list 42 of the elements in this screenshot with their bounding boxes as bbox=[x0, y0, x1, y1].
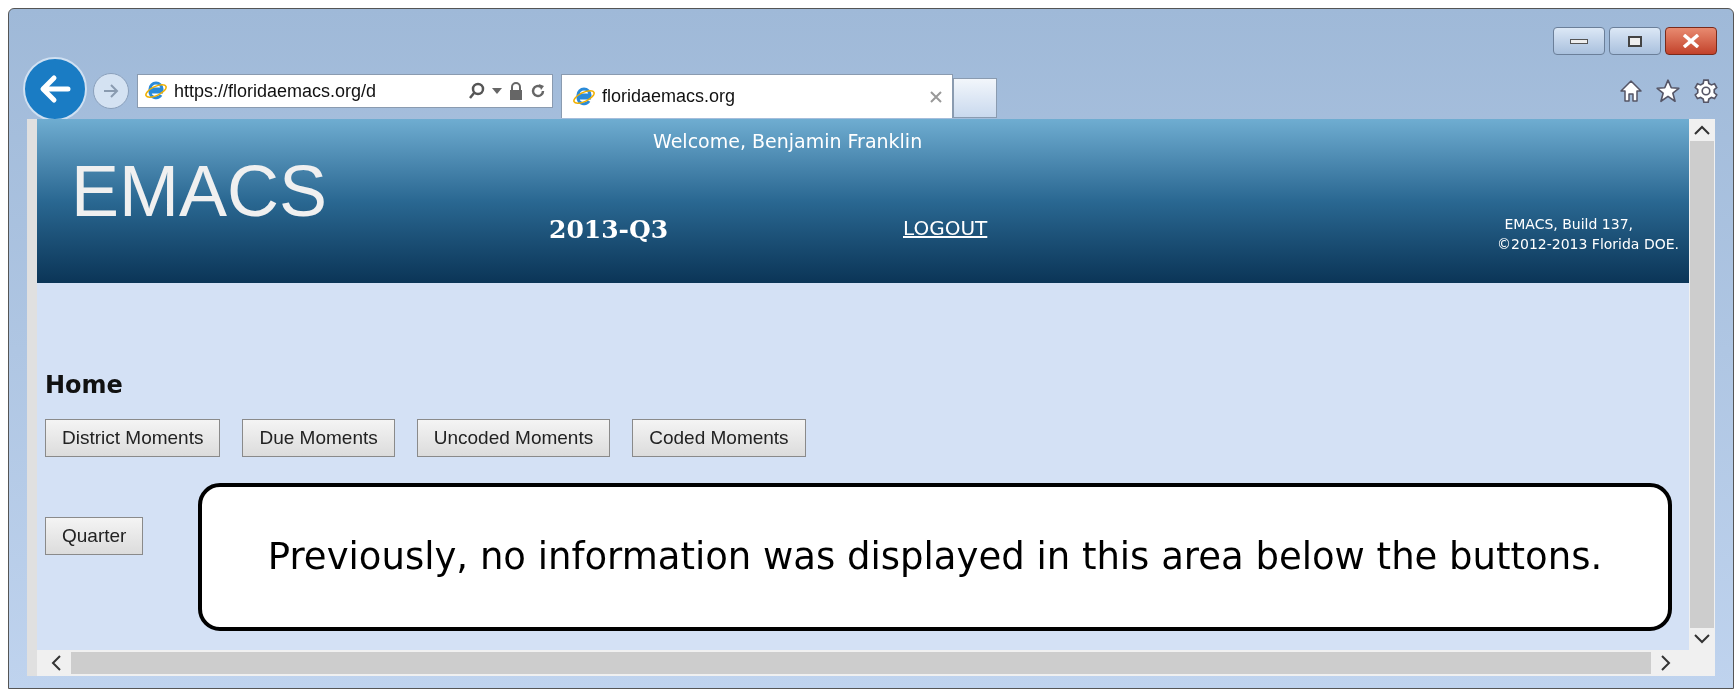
back-arrow-icon bbox=[38, 74, 72, 104]
address-text: https://floridaemacs.org/d bbox=[174, 79, 378, 103]
close-tab-icon[interactable] bbox=[930, 90, 942, 103]
browser-logo-icon bbox=[144, 80, 168, 102]
minimize-button[interactable] bbox=[1553, 27, 1605, 55]
scrollbar-thumb[interactable] bbox=[1690, 141, 1714, 628]
moments-button[interactable]: Uncoded Moments bbox=[416, 419, 611, 457]
quarter-button[interactable]: Quarter bbox=[45, 517, 144, 555]
scroll-up-icon[interactable] bbox=[1694, 125, 1710, 135]
vertical-scrollbar[interactable] bbox=[1689, 119, 1715, 650]
browser-tab[interactable]: floridaemacs.org bbox=[561, 74, 953, 118]
settings-icon[interactable] bbox=[1693, 78, 1719, 104]
scroll-down-icon[interactable] bbox=[1694, 634, 1710, 644]
scroll-right-icon[interactable] bbox=[1661, 655, 1671, 671]
refresh-icon[interactable] bbox=[530, 82, 546, 100]
moments-button[interactable]: Coded Moments bbox=[632, 419, 806, 457]
address-bar[interactable]: https://floridaemacs.org/d bbox=[137, 74, 553, 108]
horizontal-scrollbar[interactable] bbox=[37, 650, 1715, 676]
moments-button[interactable]: District Moments bbox=[45, 419, 221, 457]
logout-link[interactable]: LOGOUT bbox=[903, 213, 988, 243]
page-heading: Home bbox=[45, 370, 124, 401]
browser-logo-icon bbox=[572, 85, 596, 108]
lock-icon bbox=[508, 82, 524, 100]
build-info-text: EMACS, Build 137, bbox=[1504, 215, 1633, 234]
maximize-button[interactable] bbox=[1609, 27, 1661, 55]
new-tab-button[interactable] bbox=[953, 78, 997, 118]
scrollbar-thumb[interactable] bbox=[71, 652, 1651, 674]
forward-arrow-icon bbox=[101, 82, 121, 100]
scroll-left-icon[interactable] bbox=[51, 655, 61, 671]
build-info-text: ©2012-2013 Florida DOE. bbox=[1497, 235, 1679, 254]
star-icon[interactable] bbox=[1655, 78, 1681, 104]
dropdown-icon[interactable] bbox=[492, 88, 502, 94]
moments-button[interactable]: Due Moments bbox=[242, 419, 395, 457]
quarter-text: 2013-Q3 bbox=[549, 214, 669, 246]
close-icon bbox=[1682, 34, 1700, 48]
callout-text: Previously, no information was displayed in this area below the buttons. bbox=[267, 534, 1603, 581]
close-button[interactable] bbox=[1665, 27, 1717, 55]
logo-text: EMACS bbox=[71, 155, 328, 227]
home-icon[interactable] bbox=[1619, 79, 1643, 103]
search-icon[interactable] bbox=[468, 82, 486, 100]
welcome-text: Welcome, Benjamin Franklin bbox=[653, 129, 923, 154]
tab-title: floridaemacs.org bbox=[602, 85, 737, 108]
